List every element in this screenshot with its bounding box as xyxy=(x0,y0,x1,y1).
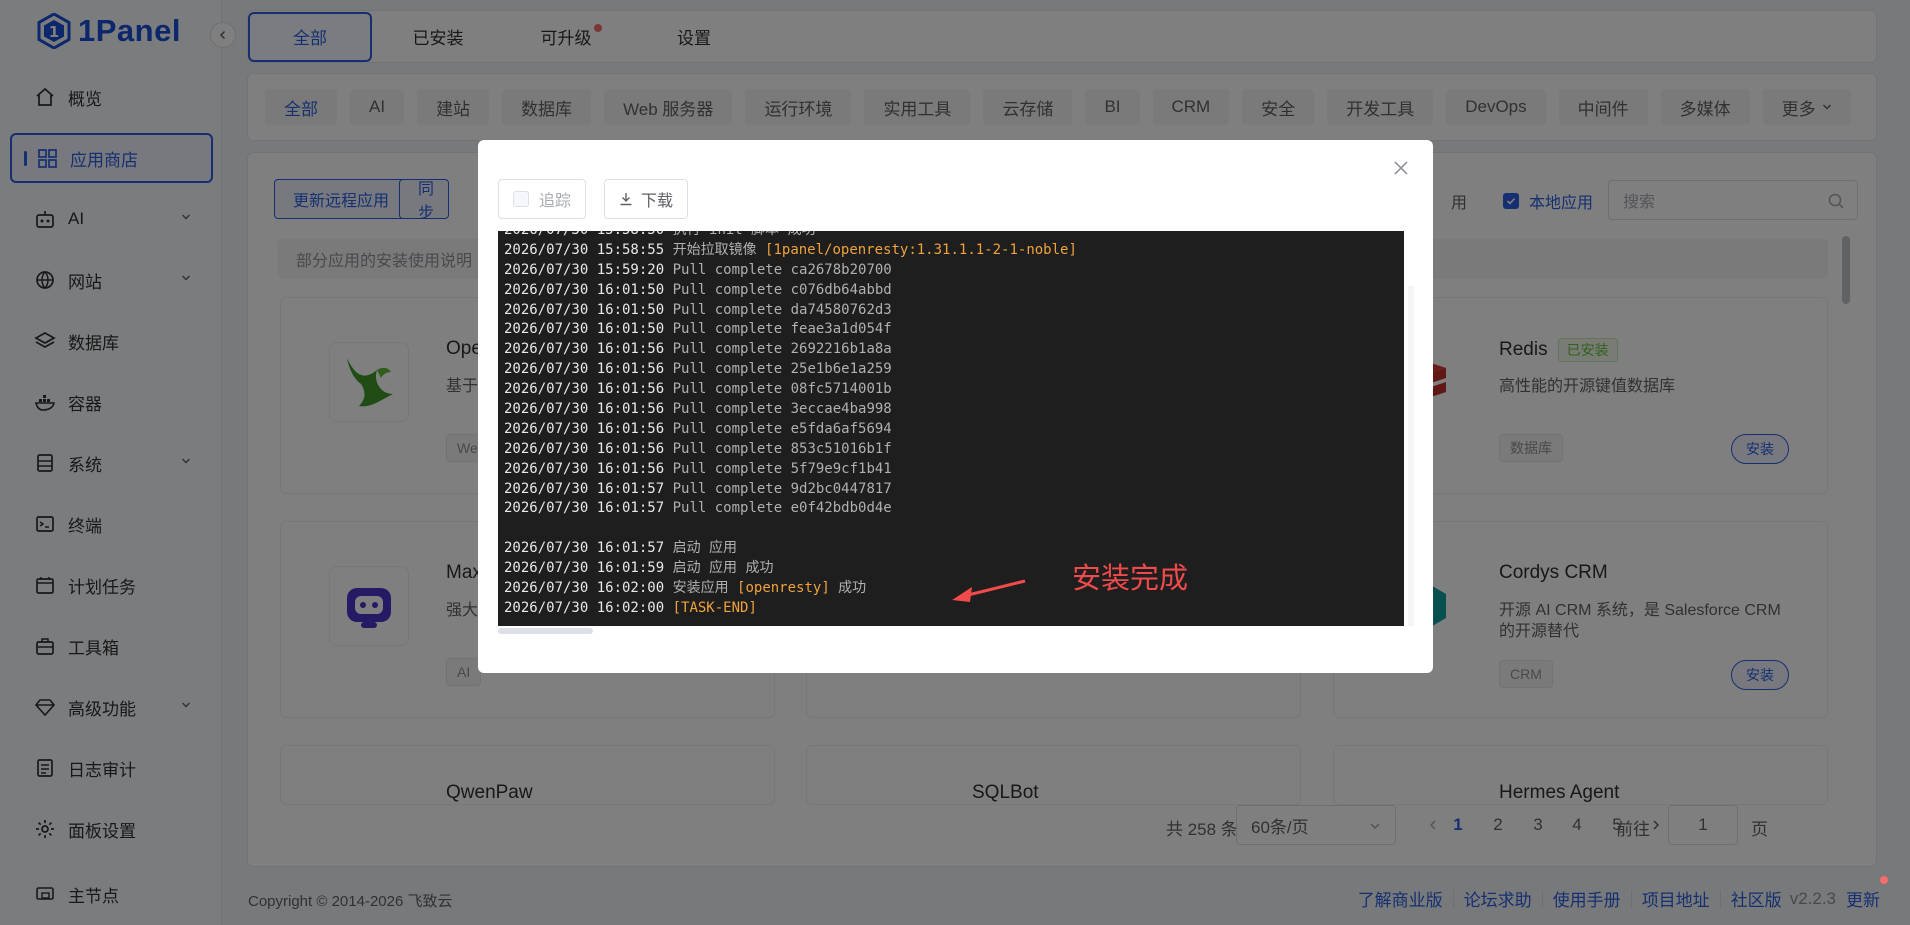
log-message-tail: 成功 xyxy=(829,580,867,597)
log-message: 安装应用 xyxy=(672,580,738,597)
log-highlight: [TASK-END] xyxy=(672,599,757,616)
log-message: Pull complete ca2678b20700 xyxy=(672,261,892,278)
log-timestamp: 2026/07/30 15:58:50 xyxy=(504,231,664,238)
log-message: Pull complete 08fc5714001b xyxy=(672,381,892,398)
log-timestamp: 2026/07/30 16:01:56 xyxy=(504,460,665,477)
log-message: Pull complete 25e1b6e1a259 xyxy=(672,361,892,378)
log-line: 2026/07/30 16:01:57 启动 应用 xyxy=(504,539,1404,559)
log-timestamp: 2026/07/30 16:01:56 xyxy=(504,381,665,398)
annotation-arrow-icon xyxy=(952,579,1026,602)
follow-label: 追踪 xyxy=(539,193,572,210)
log-line: 2026/07/30 15:58:55 开始拉取镜像 [1panel/openr… xyxy=(504,241,1404,261)
log-line: 2026/07/30 15:59:20 Pull complete ca2678… xyxy=(504,261,1404,281)
log-message: Pull complete 2692216b1a8a xyxy=(672,341,892,358)
log-highlight: [1panel/openresty:1.31.1.1-2-1-noble] xyxy=(765,241,1077,258)
log-horizontal-scrollbar[interactable] xyxy=(498,628,593,634)
log-line: 2026/07/30 16:01:56 Pull complete 5f79e9… xyxy=(504,460,1404,480)
log-message: Pull complete e5fda6af5694 xyxy=(672,420,892,437)
download-label: 下载 xyxy=(641,193,674,210)
log-timestamp: 2026/07/30 15:59:20 xyxy=(504,261,665,278)
log-timestamp: 2026/07/30 16:01:50 xyxy=(504,321,665,338)
log-message: 开始拉取镜像 xyxy=(672,241,766,258)
log-line: 2026/07/30 16:01:57 Pull complete e0f42b… xyxy=(504,499,1404,519)
log-message: Pull complete e0f42bdb0d4e xyxy=(672,500,892,517)
install-complete-annotation: 安装完成 xyxy=(1072,563,1189,595)
log-timestamp: 2026/07/30 16:01:50 xyxy=(504,301,665,318)
log-terminal[interactable]: 2026/07/30 15:58:50 执行 init 脚本 成功2026/07… xyxy=(498,231,1404,626)
log-timestamp: 2026/07/30 16:01:57 xyxy=(504,540,665,557)
log-message: 执行 init 脚本 成功 xyxy=(673,231,816,238)
log-timestamp: 2026/07/30 16:01:56 xyxy=(504,440,665,457)
close-icon[interactable] xyxy=(1391,158,1411,178)
log-scrollbar[interactable] xyxy=(1408,286,1414,626)
log-line: 2026/07/30 16:01:57 Pull complete 9d2bc0… xyxy=(504,480,1404,500)
checkbox-icon xyxy=(513,191,529,207)
log-line: 2026/07/30 16:01:56 Pull complete 269221… xyxy=(504,340,1404,360)
log-line: 2026/07/30 15:58:50 执行 init 脚本 成功 xyxy=(504,231,1404,241)
log-timestamp: 2026/07/30 16:02:00 xyxy=(504,599,665,616)
log-message: Pull complete 3eccae4ba998 xyxy=(672,401,892,418)
log-timestamp: 2026/07/30 16:01:50 xyxy=(504,281,665,298)
log-timestamp: 2026/07/30 16:01:57 xyxy=(504,480,665,497)
log-timestamp: 2026/07/30 16:02:00 xyxy=(504,580,665,597)
log-message: Pull complete c076db64abbd xyxy=(672,281,892,298)
log-timestamp: 2026/07/30 16:01:59 xyxy=(504,560,665,577)
log-timestamp: 2026/07/30 16:01:56 xyxy=(504,420,665,437)
log-message: Pull complete 853c51016b1f xyxy=(672,440,892,457)
log-message: 启动 应用 xyxy=(672,540,738,557)
log-message: Pull complete da74580762d3 xyxy=(672,301,892,318)
log-line: 2026/07/30 16:01:50 Pull complete c076db… xyxy=(504,281,1404,301)
download-button[interactable]: 下载 xyxy=(604,179,689,219)
log-line: 2026/07/30 16:01:50 Pull complete feae3a… xyxy=(504,320,1404,340)
log-highlight: [openresty] xyxy=(737,580,830,597)
log-timestamp: 2026/07/30 16:01:56 xyxy=(504,341,665,358)
log-message: 启动 应用 成功 xyxy=(672,560,774,577)
log-line: 2026/07/30 16:01:56 Pull complete 25e1b6… xyxy=(504,360,1404,380)
log-line: 2026/07/30 16:01:56 Pull complete 3eccae… xyxy=(504,400,1404,420)
log-timestamp: 2026/07/30 15:58:55 xyxy=(504,241,665,258)
log-message: Pull complete 9d2bc0447817 xyxy=(672,480,892,497)
log-message: Pull complete feae3a1d054f xyxy=(672,321,892,338)
follow-checkbox[interactable]: 追踪 xyxy=(498,179,587,219)
update-dot xyxy=(1880,876,1888,884)
log-line: 2026/07/30 16:01:56 Pull complete 853c51… xyxy=(504,440,1404,460)
log-line: 2026/07/30 16:01:56 Pull complete 08fc57… xyxy=(504,380,1404,400)
log-line: 2026/07/30 16:01:56 Pull complete e5fda6… xyxy=(504,420,1404,440)
log-message: Pull complete 5f79e9cf1b41 xyxy=(672,460,892,477)
log-timestamp: 2026/07/30 16:01:56 xyxy=(504,361,665,378)
download-icon xyxy=(620,193,632,206)
log-line: 2026/07/30 16:01:50 Pull complete da7458… xyxy=(504,301,1404,321)
log-timestamp: 2026/07/30 16:01:56 xyxy=(504,401,665,418)
log-timestamp: 2026/07/30 16:01:57 xyxy=(504,500,665,517)
